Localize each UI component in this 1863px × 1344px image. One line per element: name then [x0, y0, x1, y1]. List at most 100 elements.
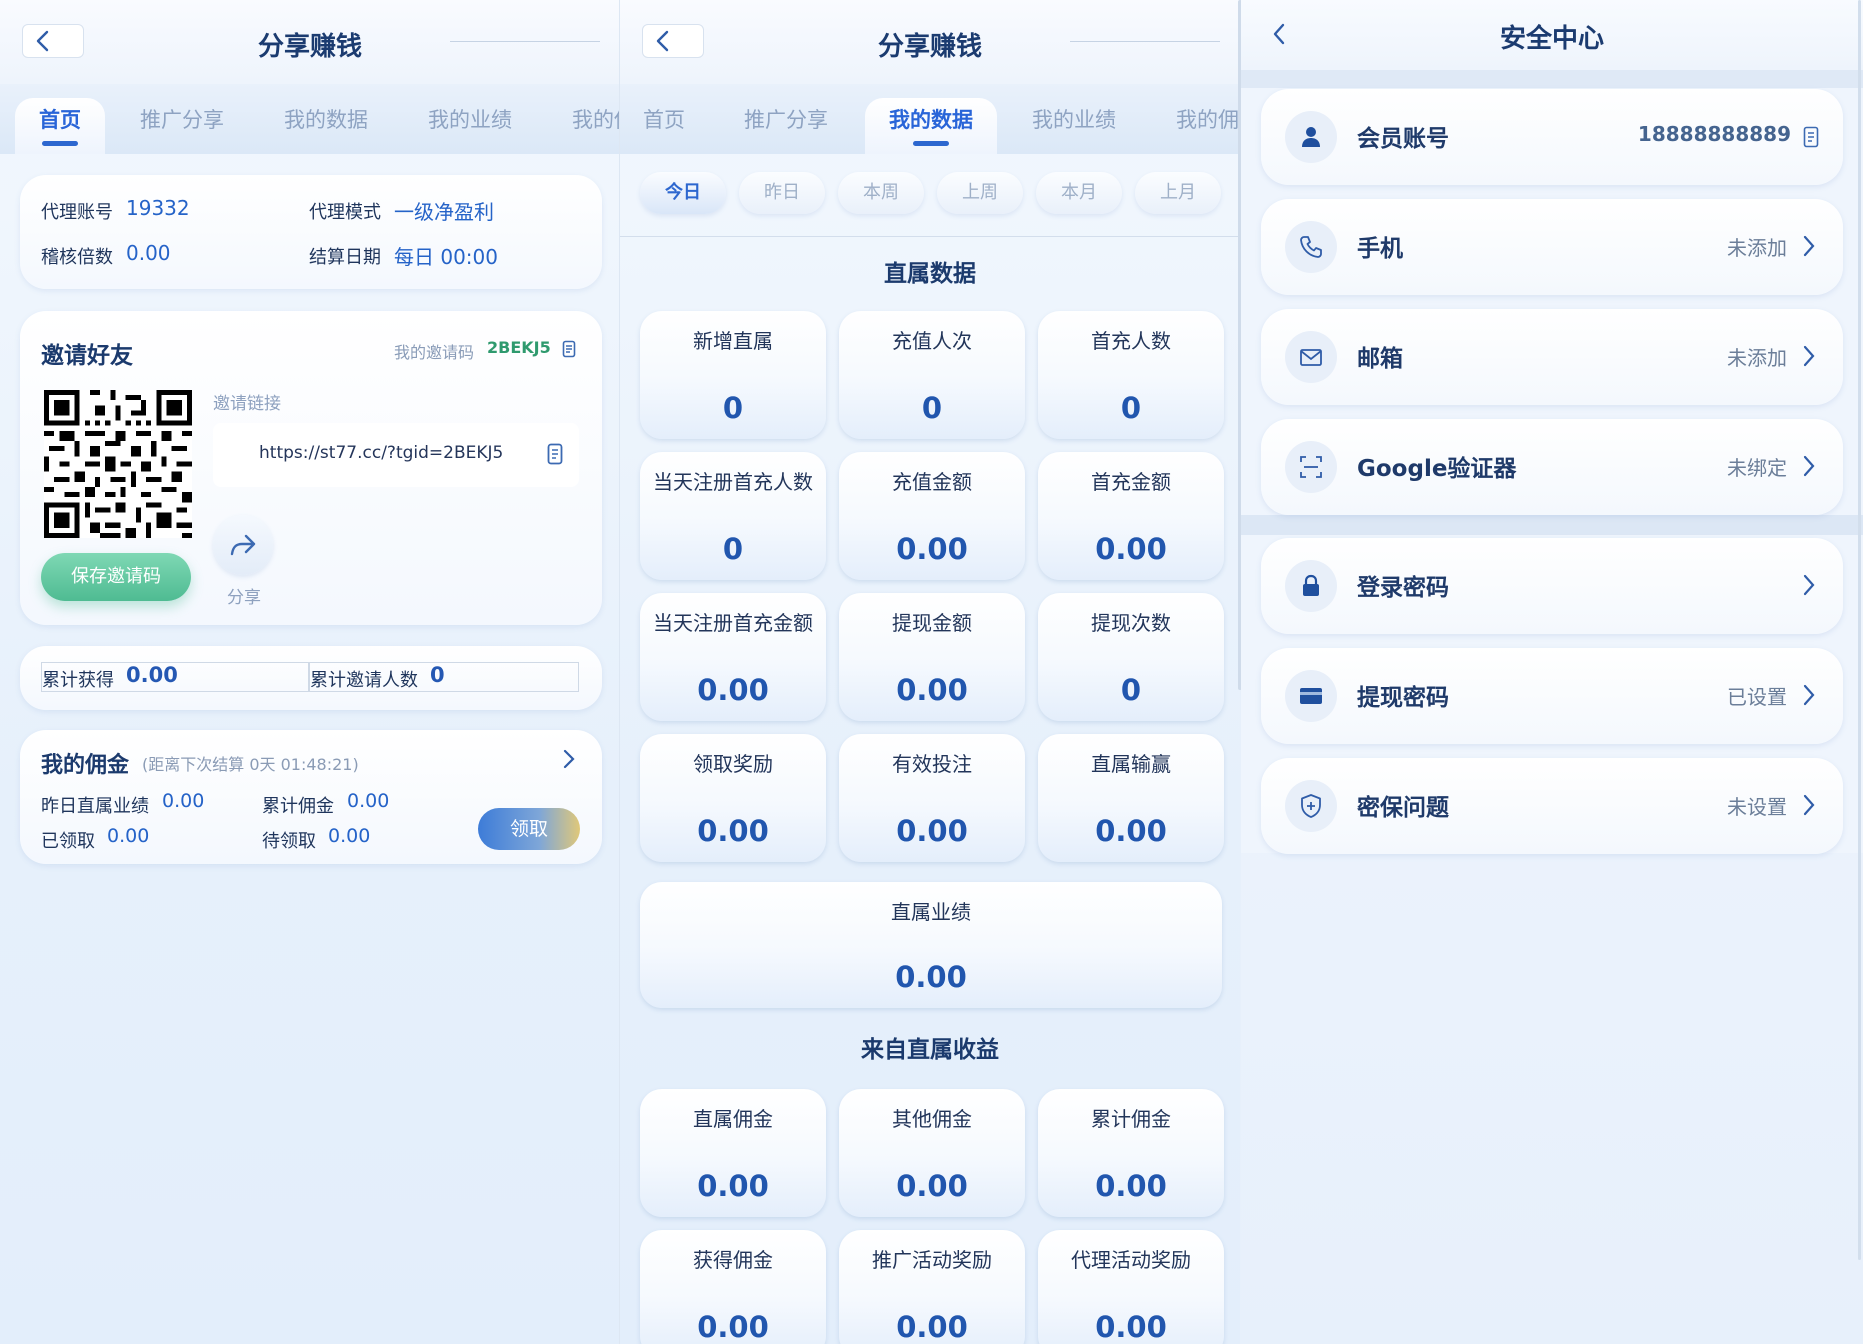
- tab-my-commission[interactable]: 我的佣: [1176, 98, 1239, 154]
- tab-home[interactable]: 首页: [643, 98, 685, 154]
- row-member-account[interactable]: 会员账号 18888888889: [1261, 89, 1843, 185]
- row-security-question[interactable]: 密保问题 未设置: [1261, 758, 1843, 854]
- stat-label: 提现金额: [892, 611, 972, 635]
- direct-performance-card: 直属业绩 0.00: [640, 882, 1222, 1008]
- yesterday-performance-value: 0.00: [162, 790, 205, 812]
- invite-link-box[interactable]: https://st77.cc/?tgid=2BEKJ5: [213, 423, 579, 487]
- commission-card[interactable]: 我的佣金 (距离下次结算 0天 01:48:21) 昨日直属业绩 0.00 累计…: [20, 730, 602, 864]
- period-chip[interactable]: 本周: [838, 172, 924, 214]
- stat-value: 0.00: [697, 1310, 769, 1344]
- period-chip[interactable]: 上周: [937, 172, 1023, 214]
- tab-my-performance[interactable]: 我的业绩: [1032, 98, 1116, 154]
- chevron-right-icon[interactable]: [563, 749, 575, 769]
- settle-date-value: 每日 00:00: [394, 245, 498, 269]
- panel-share-home: 分享赚钱 首页 推广分享 我的数据 我的业绩 我的佣 代理账号 19332 代理…: [0, 0, 620, 1344]
- copy-icon[interactable]: [562, 340, 576, 358]
- total-invites-box: 累计邀请人数 0: [309, 662, 579, 692]
- share-label: 分享: [227, 588, 261, 608]
- period-chip[interactable]: 本月: [1036, 172, 1122, 214]
- total-invites-value: 0: [430, 663, 445, 687]
- agent-info-card: 代理账号 19332 代理模式 一级净盈利 稽核倍数 0.00 结算日期 每日 …: [20, 175, 602, 289]
- section-gap: [1241, 515, 1863, 535]
- tab-home[interactable]: 首页: [15, 98, 105, 154]
- stat-label: 首充金额: [1091, 470, 1171, 494]
- stat-card: 直属佣金 0.00: [640, 1089, 826, 1217]
- yesterday-performance-label: 昨日直属业绩: [41, 796, 149, 817]
- stat-value: 0.00: [1095, 814, 1167, 848]
- card-icon-wrap: [1285, 670, 1337, 722]
- row-value: 未设置: [1727, 795, 1787, 819]
- scrollbar[interactable]: [1858, 0, 1861, 1260]
- row-phone[interactable]: 手机 未添加: [1261, 199, 1843, 295]
- stat-label: 首充人数: [1091, 329, 1171, 353]
- save-invite-code-button[interactable]: 保存邀请码: [41, 553, 191, 601]
- stat-value: 0: [722, 391, 744, 425]
- stat-value: 0: [1120, 391, 1142, 425]
- tab-promote[interactable]: 推广分享: [140, 98, 224, 154]
- stat-value: 0.00: [896, 1169, 968, 1203]
- stat-value: 0.00: [1095, 1169, 1167, 1203]
- stat-value: 0.00: [697, 1169, 769, 1203]
- row-label: 提现密码: [1357, 685, 1449, 711]
- panel-my-data: 分享赚钱 首页 推广分享 我的数据 我的业绩 我的佣 今日 昨日 本周 上周 本月 上月 …: [620, 0, 1240, 1344]
- scan-icon-wrap: [1285, 441, 1337, 493]
- stat-card: 充值人次 0: [839, 311, 1025, 439]
- scan-icon: [1300, 456, 1322, 478]
- tab-my-commission[interactable]: 我的佣: [572, 98, 620, 154]
- period-chip[interactable]: 上月: [1135, 172, 1221, 214]
- stat-label: 直属佣金: [693, 1107, 773, 1131]
- lock-icon-wrap: [1285, 560, 1337, 612]
- stat-label: 充值人次: [892, 329, 972, 353]
- copy-icon[interactable]: [547, 443, 563, 465]
- stat-card: 累计佣金 0.00: [1038, 1089, 1224, 1217]
- stat-value: 0.00: [1095, 532, 1167, 566]
- stat-card: 获得佣金 0.00: [640, 1230, 826, 1344]
- shield-icon: [1301, 794, 1321, 818]
- divider: [620, 236, 1240, 237]
- income-title: 来自直属收益: [861, 1037, 999, 1063]
- row-login-password[interactable]: 登录密码: [1261, 538, 1843, 634]
- share-button[interactable]: [213, 515, 273, 575]
- invite-title: 邀请好友: [41, 343, 133, 369]
- header-divider: [1070, 41, 1220, 42]
- stat-card: 当天注册首充人数 0: [640, 452, 826, 580]
- stat-value: 0.00: [697, 673, 769, 707]
- tab-my-data[interactable]: 我的数据: [284, 98, 368, 154]
- claim-button[interactable]: 领取: [478, 808, 580, 850]
- tab-my-performance[interactable]: 我的业绩: [428, 98, 512, 154]
- pending-label: 待领取: [262, 831, 316, 852]
- row-value: 未添加: [1727, 236, 1787, 260]
- invite-card: 邀请好友 我的邀请码 2BEKJ5 邀请链接 https://st77.cc/?…: [20, 311, 602, 625]
- row-label: Google验证器: [1357, 456, 1517, 482]
- total-earned-box: 累计获得 0.00: [41, 662, 309, 692]
- phone-icon: [1300, 236, 1322, 258]
- stat-card: 领取奖励 0.00: [640, 734, 826, 862]
- stat-value: 0: [921, 391, 943, 425]
- period-chip[interactable]: 今日: [640, 172, 726, 214]
- share-arrow-icon: [230, 534, 256, 556]
- row-email[interactable]: 邮箱 未添加: [1261, 309, 1843, 405]
- tab-my-data[interactable]: 我的数据: [865, 98, 997, 154]
- stat-label: 其他佣金: [892, 1107, 972, 1131]
- tab-promote[interactable]: 推广分享: [744, 98, 828, 154]
- copy-icon[interactable]: [1803, 126, 1819, 148]
- stat-card: 当天注册首充金额 0.00: [640, 593, 826, 721]
- row-google-authenticator[interactable]: Google验证器 未绑定: [1261, 419, 1843, 515]
- header: 分享赚钱: [0, 0, 620, 84]
- phone-icon-wrap: [1285, 221, 1337, 273]
- total-earned-value: 0.00: [126, 663, 178, 687]
- stat-card: 推广活动奖励 0.00: [839, 1230, 1025, 1344]
- stat-card: 提现金额 0.00: [839, 593, 1025, 721]
- header: 安全中心: [1241, 0, 1863, 70]
- agent-mode-value: 一级净盈利: [394, 200, 494, 224]
- stat-value: 0: [1120, 673, 1142, 707]
- totals-card: 累计获得 0.00 累计邀请人数 0: [20, 646, 602, 710]
- period-chip[interactable]: 昨日: [739, 172, 825, 214]
- invite-code-label: 我的邀请码: [394, 343, 475, 362]
- invite-link-label: 邀请链接: [213, 394, 281, 414]
- stat-value: 0.00: [1095, 1310, 1167, 1344]
- received-value: 0.00: [107, 825, 150, 847]
- row-withdraw-password[interactable]: 提现密码 已设置: [1261, 648, 1843, 744]
- user-icon-wrap: [1285, 111, 1337, 163]
- user-icon: [1302, 127, 1320, 147]
